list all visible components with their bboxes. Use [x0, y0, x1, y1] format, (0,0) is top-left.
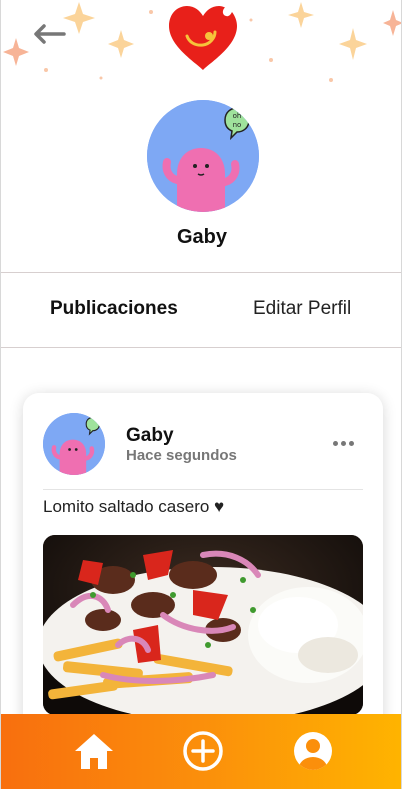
home-icon [75, 734, 113, 769]
dot-icon [332, 440, 338, 446]
svg-text:oh: oh [233, 112, 242, 120]
back-button[interactable] [31, 20, 67, 48]
nav-profile-button[interactable] [290, 728, 336, 774]
avatar-illustration: oh no [147, 100, 259, 212]
post-timestamp: Hace segundos [126, 447, 237, 464]
header [1, 0, 401, 90]
nav-add-button[interactable] [180, 728, 226, 774]
divider-bottom [1, 347, 401, 348]
dot-icon [348, 440, 354, 446]
profile-avatar[interactable]: oh no [147, 100, 259, 212]
add-icon [183, 731, 223, 771]
heart-logo-icon [169, 6, 237, 70]
nav-home-button[interactable] [71, 728, 117, 774]
bottom-nav [1, 714, 401, 789]
more-options-button[interactable] [329, 433, 357, 453]
lomito-saltado-image [43, 535, 363, 715]
profile-name: Gaby [176, 226, 228, 248]
post-avatar[interactable] [43, 413, 105, 475]
dot-icon [340, 440, 346, 446]
avatar-illustration [43, 413, 105, 475]
profile-icon [294, 732, 332, 770]
post-username[interactable]: Gaby [126, 425, 174, 447]
tab-editar-perfil[interactable]: Editar Perfil [253, 298, 351, 320]
post-caption: Lomito saltado casero ♥ [43, 497, 225, 516]
arrow-left-icon [34, 24, 66, 44]
divider-top [1, 272, 401, 273]
post-image[interactable] [43, 535, 363, 715]
svg-text:no: no [233, 121, 242, 129]
post-separator [43, 489, 363, 490]
app-screen: oh no Gaby Publicaciones Editar Perfil G… [0, 0, 402, 789]
tab-publicaciones[interactable]: Publicaciones [50, 298, 178, 320]
post-card: Gaby Hace segundos Lomito saltado casero… [23, 393, 383, 753]
